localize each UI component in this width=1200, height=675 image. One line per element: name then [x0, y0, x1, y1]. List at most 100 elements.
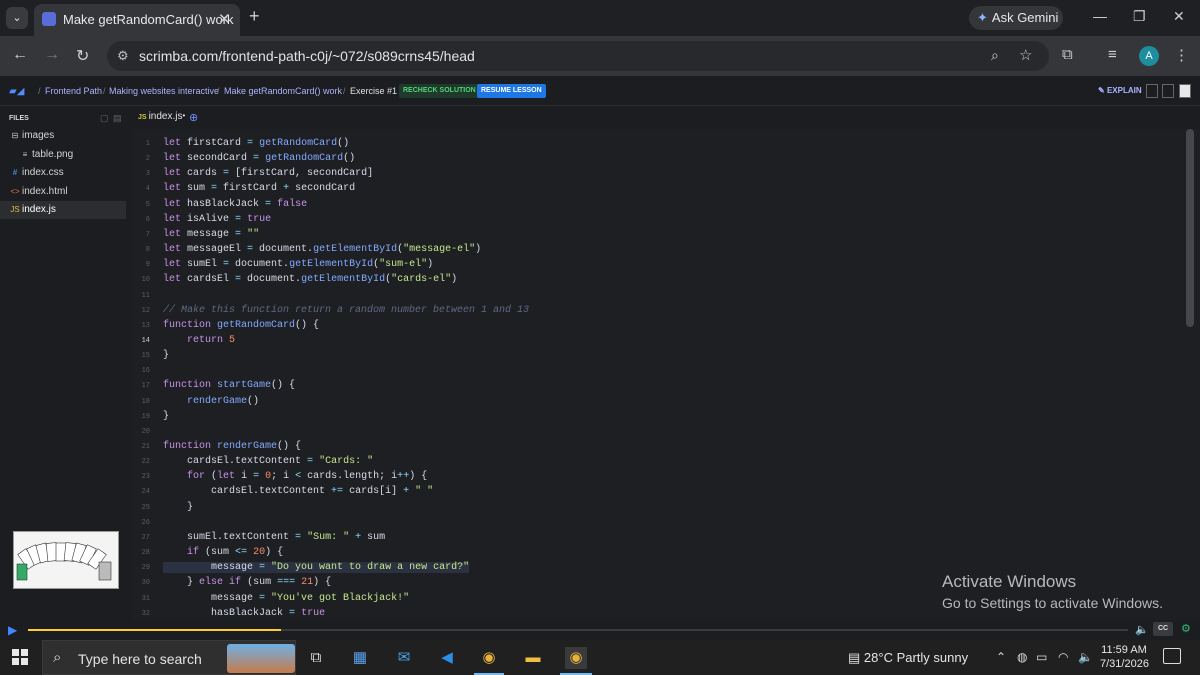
breadcrumb-item[interactable]: Frontend Path: [45, 86, 102, 96]
file-explorer-icon[interactable]: ▬: [522, 647, 544, 669]
layout-toggle-icon[interactable]: [1146, 84, 1158, 98]
new-tab-button[interactable]: +: [249, 6, 260, 27]
code-line[interactable]: 3 let cards = [firstCard, secondCard]: [132, 167, 1185, 182]
restore-icon[interactable]: ❐: [1133, 8, 1146, 25]
taskbar-clock[interactable]: 11:59 AM 7/31/2026: [1100, 643, 1149, 671]
back-arrow-icon[interactable]: ←: [12, 46, 28, 64]
code-line[interactable]: 10 let cardsEl = document.getElementById(…: [132, 273, 1185, 288]
network-icon[interactable]: ◠: [1058, 650, 1068, 664]
close-tab-icon[interactable]: ✕: [218, 10, 231, 28]
play-icon[interactable]: ▶: [8, 623, 17, 637]
new-file-icon[interactable]: ▢: [100, 113, 109, 124]
extensions-icon[interactable]: ⧉: [1062, 46, 1073, 63]
browser-tab-strip: ⌄ Make getRandomCard() work ✕ + ✦ Ask Gem…: [0, 0, 1200, 36]
code-line[interactable]: 4 let sum = firstCard + secondCard: [132, 182, 1185, 197]
code-editor[interactable]: 1 let firstCard = getRandomCard() 2 let sec…: [132, 129, 1185, 620]
code-line[interactable]: 21 function renderGame() {: [132, 440, 1185, 455]
tray-chevron-icon[interactable]: ⌃: [996, 650, 1006, 664]
taskbar-search-placeholder: Type here to search: [78, 651, 202, 667]
breadcrumb-item[interactable]: Make getRandomCard() work: [224, 86, 342, 96]
line-number: 18: [141, 397, 150, 406]
forward-arrow-icon[interactable]: →: [44, 46, 60, 64]
microsoft-store-icon[interactable]: ▦: [349, 647, 371, 669]
speaker-icon[interactable]: 🔈: [1078, 650, 1093, 664]
reading-list-icon[interactable]: ≡: [1108, 46, 1117, 63]
profile-avatar[interactable]: A: [1139, 46, 1159, 66]
settings-gear-icon[interactable]: ⚙: [1181, 622, 1191, 635]
reload-icon[interactable]: ↻: [76, 46, 89, 66]
minimize-icon[interactable]: —: [1093, 8, 1107, 24]
code-line[interactable]: 28 if (sum <= 20) {: [132, 546, 1185, 561]
tab-search-button[interactable]: ⌄: [6, 7, 28, 29]
weather-widget[interactable]: ▤ 28°C Partly sunny: [848, 650, 968, 666]
playing-cards-image: [16, 542, 112, 581]
activate-windows-title: Activate Windows: [942, 572, 1077, 591]
line-number: 5: [145, 200, 150, 209]
add-file-icon[interactable]: ⊕: [189, 111, 198, 124]
code-line[interactable]: 12 // Make this function return a random …: [132, 304, 1185, 319]
code-line[interactable]: 8 let messageEl = document.getElementById…: [132, 243, 1185, 258]
ask-gemini-button[interactable]: ✦ Ask Gemini: [969, 6, 1063, 30]
recheck-solution-button[interactable]: RECHECK SOLUTION: [399, 84, 480, 98]
code-line[interactable]: 23 for (let i = 0; i < cards.length; i++…: [132, 470, 1185, 485]
code-line[interactable]: 22 cardsEl.textContent = "Cards: ": [132, 455, 1185, 470]
code-line[interactable]: 25 }: [132, 501, 1185, 516]
zoom-icon[interactable]: ⌕: [991, 47, 999, 64]
windows-start-icon[interactable]: [12, 649, 28, 665]
code-line[interactable]: 9 let sumEl = document.getElementById("su…: [132, 258, 1185, 273]
code-line[interactable]: 20: [132, 425, 1185, 440]
code-line[interactable]: 26: [132, 516, 1185, 531]
code-text: cardsEl.textContent = "Cards: ": [163, 456, 374, 468]
browser-menu-icon[interactable]: ⋮: [1174, 46, 1189, 64]
address-bar[interactable]: ⚙ scrimba.com/frontend-path-c0j/~072/s08…: [107, 41, 1049, 71]
code-line[interactable]: 11: [132, 289, 1185, 304]
explain-button[interactable]: ✎ EXPLAIN: [1098, 86, 1142, 95]
file-item[interactable]: # index.css: [0, 164, 126, 182]
code-line[interactable]: 27 sumEl.textContent = "Sum: " + sum: [132, 531, 1185, 546]
site-info-icon[interactable]: ⚙: [117, 48, 129, 64]
layout-toggle-icon[interactable]: [1162, 84, 1174, 98]
vscode-icon[interactable]: ◀: [436, 647, 458, 669]
code-line[interactable]: 24 cardsEl.textContent += cards[i] + " ": [132, 485, 1185, 500]
file-item[interactable]: JS index.js: [0, 201, 126, 219]
code-line[interactable]: 6 let isAlive = true: [132, 213, 1185, 228]
code-line[interactable]: 13 function getRandomCard() {: [132, 319, 1185, 334]
code-line[interactable]: 16: [132, 364, 1185, 379]
taskbar-search[interactable]: ⌕ Type here to search: [42, 640, 296, 675]
code-line[interactable]: 18 renderGame(): [132, 395, 1185, 410]
task-view-icon[interactable]: ⧉: [305, 647, 327, 669]
file-item[interactable]: ⊟ images: [0, 127, 126, 145]
file-name: table.png: [32, 148, 74, 160]
code-line[interactable]: 14 return 5: [132, 334, 1185, 349]
code-text: let message = "": [163, 228, 260, 240]
playback-progress[interactable]: [28, 629, 1128, 631]
browser-tab-active[interactable]: Make getRandomCard() work ✕: [34, 4, 240, 36]
editor-scrollbar[interactable]: [1186, 129, 1194, 327]
scrimba-logo-icon[interactable]: ▰◢: [9, 86, 24, 97]
layout-toggle-icon[interactable]: [1179, 84, 1191, 98]
code-line[interactable]: 1 let firstCard = getRandomCard(): [132, 137, 1185, 152]
code-line[interactable]: 17 function startGame() {: [132, 379, 1185, 394]
code-line[interactable]: 7 let message = "": [132, 228, 1185, 243]
line-number: 25: [141, 503, 150, 512]
breadcrumb-item[interactable]: Making websites interactive: [109, 86, 219, 96]
code-line[interactable]: 2 let secondCard = getRandomCard(): [132, 152, 1185, 167]
editor-tab-index-js[interactable]: JS index.js•: [138, 111, 185, 122]
new-folder-icon[interactable]: ▤: [113, 113, 122, 124]
bookmark-star-icon[interactable]: ☆: [1019, 46, 1032, 64]
code-line[interactable]: 19}: [132, 410, 1185, 425]
code-line[interactable]: 5 let hasBlackJack = false: [132, 198, 1185, 213]
close-window-icon[interactable]: ✕: [1173, 8, 1185, 25]
battery-icon[interactable]: ▭: [1036, 650, 1047, 664]
file-item[interactable]: ≡ table.png: [0, 146, 126, 164]
mail-icon[interactable]: ✉: [393, 647, 415, 669]
resume-lesson-button[interactable]: RESUME LESSON: [477, 84, 546, 98]
notification-icon[interactable]: [1163, 648, 1181, 664]
chrome-active-icon[interactable]: ◉: [565, 647, 587, 669]
captions-button[interactable]: CC: [1153, 622, 1173, 636]
meet-icon[interactable]: ◍: [1017, 650, 1027, 664]
volume-icon[interactable]: 🔈: [1135, 623, 1149, 636]
code-line[interactable]: 15}: [132, 349, 1185, 364]
chrome-icon[interactable]: ◉: [478, 647, 500, 669]
file-item[interactable]: <> index.html: [0, 183, 126, 201]
